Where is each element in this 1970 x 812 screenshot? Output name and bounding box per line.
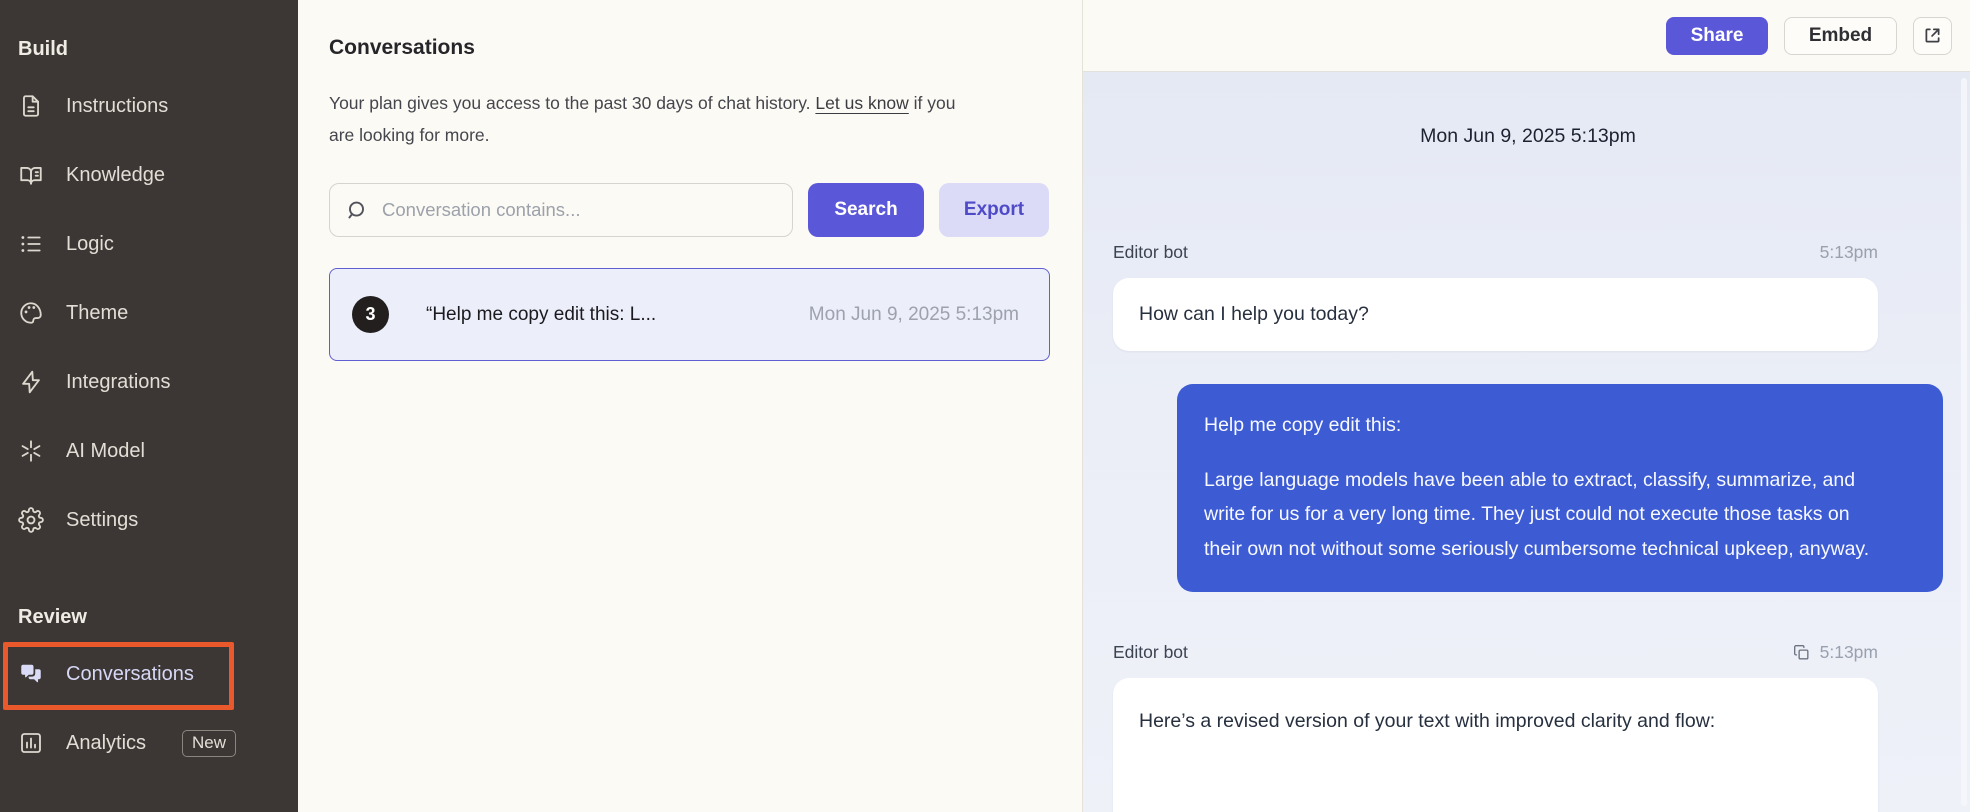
- sparkle-icon: [18, 438, 44, 464]
- bot-message-bubble: Here’s a revised version of your text wi…: [1113, 678, 1878, 812]
- chat-date-header: Mon Jun 9, 2025 5:13pm: [1420, 125, 1636, 147]
- sidebar-item-knowledge[interactable]: Knowledge: [18, 155, 298, 195]
- open-in-new-tab-button[interactable]: [1913, 16, 1952, 55]
- search-icon: [345, 199, 368, 222]
- palette-icon: [18, 300, 44, 326]
- external-link-icon: [1922, 25, 1943, 46]
- conversation-preview: “Help me copy edit this: L...: [426, 303, 657, 325]
- sidebar-item-ai-model[interactable]: AI Model: [18, 431, 298, 471]
- scrollbar[interactable]: [1961, 78, 1967, 806]
- sidebar-section-build: Build: [18, 38, 68, 60]
- bot-name: Editor bot: [1113, 642, 1188, 662]
- chat-preview-panel: Share Embed Mon Jun 9, 2025 5:13pm Edito…: [1083, 0, 1970, 812]
- bot-name: Editor bot: [1113, 242, 1188, 262]
- copy-icon[interactable]: [1792, 643, 1811, 662]
- sidebar-item-instructions[interactable]: Instructions: [18, 86, 298, 126]
- sidebar-item-integrations[interactable]: Integrations: [18, 362, 298, 402]
- page-title: Conversations: [329, 36, 475, 59]
- sidebar-item-label: Settings: [66, 508, 139, 531]
- message-time: 5:13pm: [1819, 242, 1878, 262]
- plan-description: Your plan gives you access to the past 3…: [329, 87, 977, 151]
- export-button[interactable]: Export: [939, 183, 1049, 237]
- embed-button[interactable]: Embed: [1784, 16, 1897, 55]
- sidebar-item-conversations[interactable]: Conversations: [18, 654, 298, 694]
- sidebar-item-label: AI Model: [66, 439, 145, 462]
- sidebar-item-label: Theme: [66, 301, 129, 324]
- sidebar-item-logic[interactable]: Logic: [18, 224, 298, 264]
- sidebar-item-label: Conversations: [66, 662, 194, 685]
- book-open-icon: [18, 162, 44, 188]
- user-message-line1: Help me copy edit this:: [1204, 414, 1402, 436]
- conversations-panel: Conversations Your plan gives you access…: [298, 0, 1083, 812]
- sidebar-item-label: Logic: [66, 232, 114, 255]
- message-time: 5:13pm: [1819, 642, 1878, 662]
- message-count-badge: 3: [352, 296, 389, 333]
- sidebar-item-settings[interactable]: Settings: [18, 500, 298, 540]
- share-button[interactable]: Share: [1666, 16, 1768, 55]
- bot-message-header: Editor bot 5:13pm: [1113, 642, 1878, 663]
- user-message-bubble: Help me copy edit this: Large language m…: [1177, 384, 1943, 592]
- sidebar: Build Instructions Knowledge Logic Theme…: [0, 0, 298, 812]
- bot-message-header: Editor bot 5:13pm: [1113, 242, 1878, 263]
- sidebar-item-label: Instructions: [66, 94, 169, 117]
- bar-chart-icon: [18, 730, 44, 756]
- bot-message-bubble: How can I help you today?: [1113, 278, 1878, 351]
- sidebar-section-review: Review: [18, 606, 87, 628]
- file-text-icon: [18, 93, 44, 119]
- bot-message-text: Here’s a revised version of your text wi…: [1139, 710, 1716, 732]
- gear-icon: [18, 507, 44, 533]
- chat-bubbles-icon: [18, 661, 44, 687]
- sidebar-item-theme[interactable]: Theme: [18, 293, 298, 333]
- sidebar-item-label: Analytics: [66, 731, 147, 754]
- search-button[interactable]: Search: [808, 183, 924, 237]
- chat-area: Mon Jun 9, 2025 5:13pm Editor bot 5:13pm…: [1083, 72, 1970, 812]
- search-row: Search Export: [329, 183, 1050, 237]
- sidebar-item-analytics[interactable]: Analytics New: [18, 723, 298, 763]
- conversation-timestamp: Mon Jun 9, 2025 5:13pm: [808, 303, 1019, 325]
- list-icon: [18, 231, 44, 257]
- search-box: [329, 183, 793, 237]
- bot-message-text: How can I help you today?: [1139, 303, 1369, 325]
- plan-text-before: Your plan gives you access to the past 3…: [329, 93, 816, 113]
- sidebar-item-label: Knowledge: [66, 163, 165, 186]
- search-input[interactable]: [329, 183, 793, 237]
- chat-topbar: Share Embed: [1083, 0, 1970, 72]
- sidebar-item-label: Integrations: [66, 370, 171, 393]
- lightning-icon: [18, 369, 44, 395]
- let-us-know-link[interactable]: Let us know: [815, 93, 908, 113]
- chat-message-column: Mon Jun 9, 2025 5:13pm Editor bot 5:13pm…: [1113, 72, 1943, 812]
- user-message-body: Large language models have been able to …: [1204, 468, 1870, 560]
- conversation-list-item[interactable]: 3 “Help me copy edit this: L... Mon Jun …: [329, 268, 1050, 361]
- new-badge: New: [182, 729, 237, 757]
